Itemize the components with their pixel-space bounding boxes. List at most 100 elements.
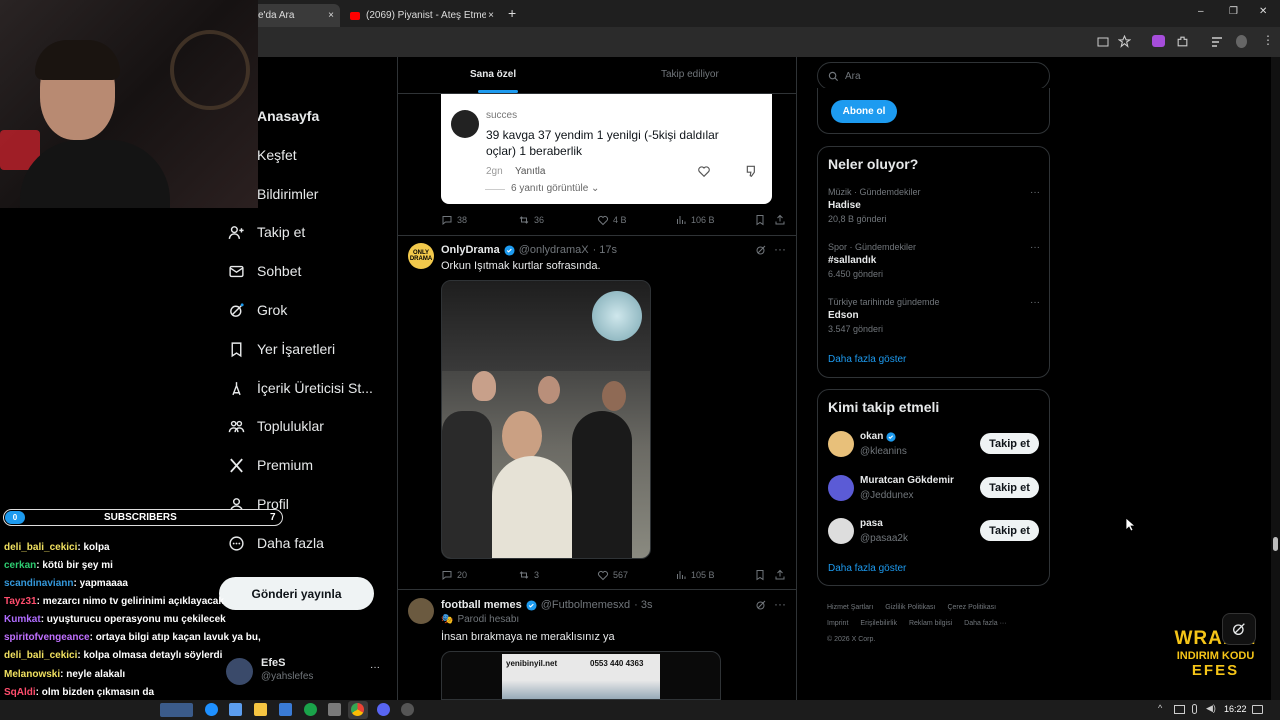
account-switcher[interactable]: EfeS @yahslefes ··· — [226, 656, 386, 686]
search-input[interactable]: Ara — [817, 62, 1050, 90]
bookmark-icon[interactable] — [754, 214, 766, 226]
install-icon[interactable] — [1097, 36, 1109, 48]
follow-button[interactable]: Takip et — [980, 433, 1039, 454]
avatar[interactable]: ONLY DRAMA — [408, 243, 434, 269]
footer-link[interactable]: Hizmet Şartları — [827, 600, 873, 616]
footer-link[interactable]: Erişilebilirlik — [860, 616, 897, 632]
nav-grok[interactable]: Grok — [228, 298, 287, 322]
app-icon[interactable] — [401, 703, 414, 716]
more-icon[interactable]: ··· — [774, 597, 786, 611]
profile-avatar-icon[interactable] — [1236, 35, 1247, 48]
scrollbar-thumb[interactable] — [1273, 537, 1278, 551]
account-more-icon[interactable]: ··· — [370, 662, 380, 673]
reply-author[interactable]: succes — [486, 110, 517, 121]
footer-link[interactable]: Daha fazla ··· — [964, 616, 1006, 632]
browser-tab-youtube[interactable]: (2069) Piyanist - Ateş Etmeyin × — [342, 4, 500, 27]
author-handle[interactable]: @onlydramaX — [519, 244, 589, 256]
share-icon[interactable] — [774, 214, 786, 226]
bookmark-icon[interactable] — [754, 569, 766, 581]
puzzle-icon[interactable] — [1176, 35, 1189, 48]
tab-close-icon[interactable]: × — [328, 10, 334, 21]
post-photo[interactable] — [441, 280, 651, 559]
reply-button[interactable]: Yanıtla — [515, 166, 545, 177]
show-replies-link[interactable]: 6 yanıtı görüntüle ⌄ — [511, 183, 599, 194]
follow-button[interactable]: Takip et — [980, 520, 1039, 541]
nav-creator-studio[interactable]: İçerik Üreticisi St... — [228, 376, 373, 400]
repost-action[interactable]: 3 — [518, 569, 539, 581]
star-icon[interactable] — [1118, 35, 1131, 48]
post-image[interactable]: yenibinyil.net 0553 440 4363 — [441, 651, 721, 700]
tray-chevron-icon[interactable]: ^ — [1158, 703, 1162, 713]
footer-link[interactable]: Gizlilik Politikası — [885, 600, 935, 616]
footer-link[interactable]: Reklam bilgisi — [909, 616, 952, 632]
scrollbar[interactable] — [1271, 57, 1280, 700]
subscribe-button[interactable]: Abone ol — [831, 100, 897, 123]
heart-icon[interactable] — [697, 164, 711, 178]
clock[interactable]: 16:22 — [1224, 704, 1247, 714]
maximize-button[interactable]: ❐ — [1229, 6, 1238, 17]
store-icon[interactable] — [279, 703, 292, 716]
follow-suggestion[interactable]: Muratcan Gökdemir @Jeddunex Takip et — [828, 474, 1040, 504]
app-icon[interactable] — [328, 703, 341, 716]
avatar[interactable] — [408, 598, 434, 624]
footer-link[interactable]: Çerez Politikası — [947, 600, 996, 616]
post-button[interactable]: Gönderi yayınla — [219, 577, 374, 610]
dislike-icon[interactable] — [745, 164, 759, 178]
trend-more-icon[interactable]: ··· — [1030, 297, 1040, 308]
close-window-button[interactable]: ✕ — [1259, 6, 1267, 17]
repost-action[interactable]: 36 — [518, 214, 544, 226]
folder-icon[interactable] — [254, 703, 267, 716]
grok-icon[interactable] — [755, 599, 767, 611]
nav-messages[interactable]: Sohbet — [228, 259, 301, 283]
like-action[interactable]: 567 — [597, 569, 628, 581]
tab-following[interactable]: Takip ediliyor — [661, 69, 719, 80]
views-action[interactable]: 105 B — [675, 569, 715, 581]
new-tab-button[interactable]: + — [508, 5, 516, 21]
edge-icon[interactable] — [205, 703, 218, 716]
extension-icon[interactable] — [1152, 35, 1165, 47]
author-name[interactable]: OnlyDrama — [441, 244, 500, 256]
grok-icon[interactable] — [755, 244, 767, 256]
author-name[interactable]: football memes — [441, 599, 522, 611]
taskbar-preview-icon[interactable] — [160, 703, 193, 717]
nav-more[interactable]: Daha fazla — [228, 531, 324, 555]
discord-icon[interactable] — [377, 703, 390, 716]
trend-item[interactable]: Türkiye tarihinde gündemde Edson 3.547 g… — [828, 297, 1040, 339]
app-icon[interactable] — [229, 703, 242, 716]
show-more-link[interactable]: Daha fazla göster — [828, 563, 906, 574]
share-icon[interactable] — [774, 569, 786, 581]
trend-more-icon[interactable]: ··· — [1030, 242, 1040, 253]
chrome-taskbar-active[interactable] — [348, 701, 368, 719]
trend-item[interactable]: Spor · Gündemdekiler #sallandık 6.450 gö… — [828, 242, 1040, 284]
nav-communities[interactable]: Topluluklar — [228, 414, 324, 438]
views-action[interactable]: 106 B — [675, 214, 715, 226]
minimize-button[interactable]: – — [1198, 6, 1204, 17]
tab-for-you[interactable]: Sana özel — [470, 69, 516, 80]
nav-bookmarks[interactable]: Yer İşaretleri — [228, 337, 335, 361]
nav-follow[interactable]: Takip et — [228, 220, 305, 244]
footer-link[interactable]: Imprint — [827, 616, 848, 632]
notifications-icon[interactable] — [1252, 705, 1263, 714]
spotify-icon[interactable] — [304, 703, 317, 716]
post-time[interactable]: · 3s — [634, 599, 652, 611]
media-icon[interactable] — [1211, 36, 1223, 48]
show-more-link[interactable]: Daha fazla göster — [828, 354, 906, 365]
nav-premium[interactable]: Premium — [228, 453, 313, 477]
browser-menu-icon[interactable]: ⋮ — [1262, 33, 1274, 47]
author-handle[interactable]: @Futbolmemesxd — [541, 599, 630, 611]
trend-item[interactable]: Müzik · Gündemdekiler Hadise 20,8 B gönd… — [828, 187, 1040, 229]
reply-action[interactable]: 38 — [441, 214, 467, 226]
reply-action[interactable]: 20 — [441, 569, 467, 581]
network-icon[interactable] — [1174, 705, 1185, 714]
like-action[interactable]: 4 B — [597, 214, 627, 226]
tab-close-icon[interactable]: × — [488, 10, 494, 21]
post-time[interactable]: · 17s — [593, 244, 617, 256]
follow-suggestion[interactable]: okan @kleanins Takip et — [828, 430, 1040, 460]
microphone-icon[interactable] — [1192, 704, 1197, 714]
more-icon[interactable]: ··· — [774, 242, 786, 256]
reply-card[interactable]: succes 39 kavga 37 yendim 1 yenilgi (-5k… — [441, 94, 772, 204]
follow-suggestion[interactable]: pasa @pasaa2k Takip et — [828, 517, 1040, 547]
trend-more-icon[interactable]: ··· — [1030, 187, 1040, 198]
volume-icon[interactable]: ◀) — [1206, 703, 1216, 714]
browser-tab-search[interactable]: e'da Ara × — [250, 4, 340, 27]
